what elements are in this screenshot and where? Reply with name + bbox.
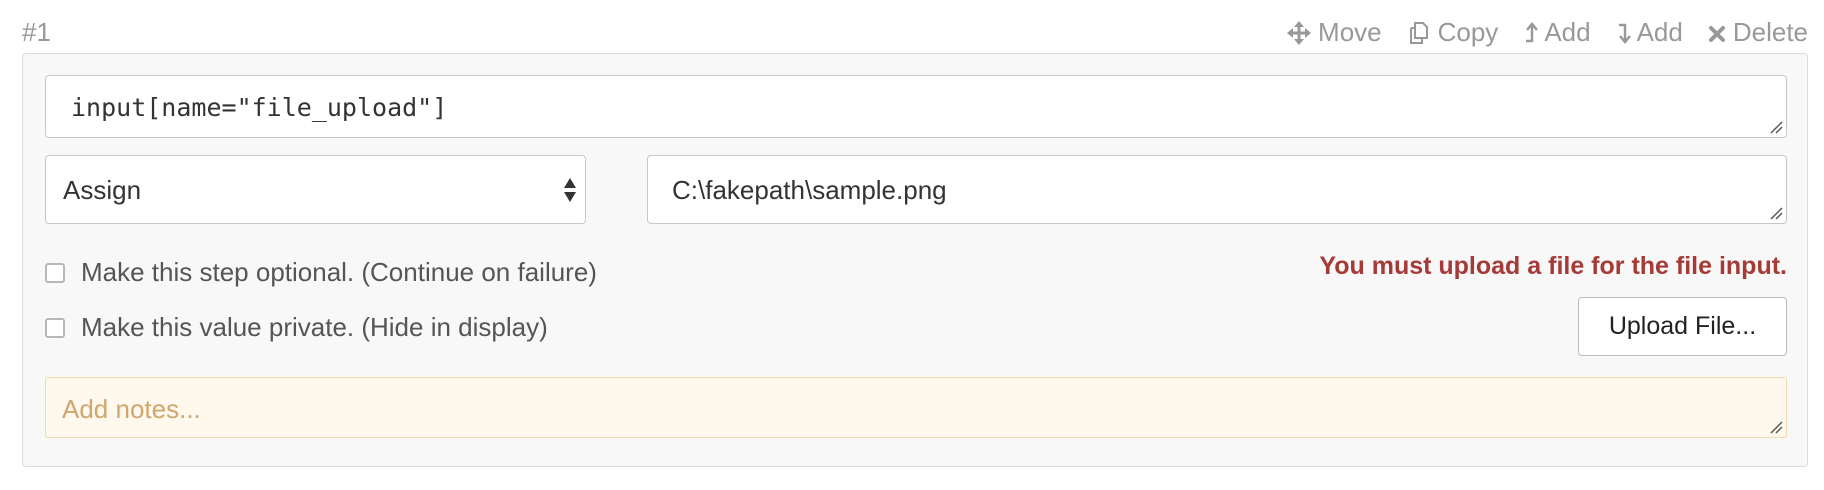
add-below-label: Add <box>1636 17 1683 47</box>
upload-file-button[interactable]: Upload File... <box>1578 297 1787 356</box>
action-select-value: Assign <box>63 175 142 205</box>
step-header: #1 Move Copy Add Add Delete <box>22 14 1812 52</box>
optional-option: Make this step optional. (Continue on fa… <box>45 257 597 288</box>
move-icon <box>1287 20 1312 45</box>
add-below-icon <box>1618 23 1631 44</box>
select-arrows-icon <box>564 178 576 202</box>
selector-input[interactable]: input[name="file_upload"] <box>45 75 1787 138</box>
private-option: Make this value private. (Hide in displa… <box>45 312 548 343</box>
resize-handle-icon[interactable] <box>1769 120 1783 134</box>
resize-handle-icon[interactable] <box>1769 420 1783 434</box>
action-select[interactable]: Assign <box>45 155 586 224</box>
move-label: Move <box>1318 17 1382 47</box>
copy-icon <box>1409 21 1428 44</box>
move-action[interactable]: Move <box>1286 17 1382 48</box>
resize-handle-icon[interactable] <box>1769 206 1783 220</box>
copy-action[interactable]: Copy <box>1406 17 1499 48</box>
step-actions: Move Copy Add Add Delete <box>1286 17 1808 48</box>
notes-placeholder: Add notes... <box>62 394 201 424</box>
selector-value: input[name="file_upload"] <box>71 93 448 122</box>
upload-error-message: You must upload a file for the file inpu… <box>1319 252 1787 280</box>
delete-action[interactable]: Delete <box>1707 17 1808 48</box>
value-text: C:\fakepath\sample.png <box>672 175 947 205</box>
step-card: input[name="file_upload"] Assign C:\fake… <box>22 53 1808 467</box>
delete-icon <box>1708 25 1725 42</box>
copy-label: Copy <box>1437 17 1499 47</box>
private-label: Make this value private. (Hide in displa… <box>81 312 548 342</box>
add-above-icon <box>1526 21 1539 42</box>
optional-checkbox[interactable] <box>45 262 65 283</box>
step-number: #1 <box>22 17 51 47</box>
private-checkbox[interactable] <box>45 317 65 338</box>
add-above-action[interactable]: Add <box>1522 17 1591 48</box>
optional-label: Make this step optional. (Continue on fa… <box>81 257 597 287</box>
notes-input[interactable]: Add notes... <box>45 377 1787 438</box>
add-below-action[interactable]: Add <box>1615 17 1683 48</box>
value-input[interactable]: C:\fakepath\sample.png <box>647 155 1787 224</box>
add-above-label: Add <box>1544 17 1591 47</box>
delete-label: Delete <box>1732 17 1808 47</box>
